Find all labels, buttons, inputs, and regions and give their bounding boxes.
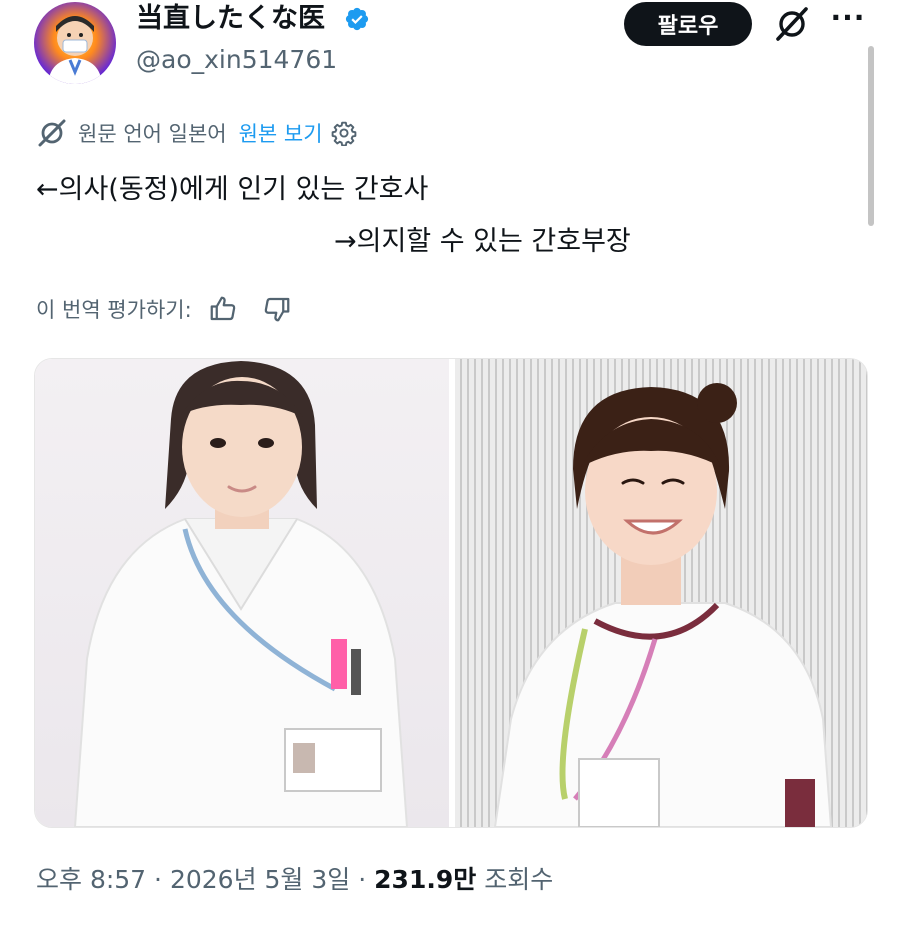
avatar[interactable] [34, 2, 116, 84]
tweet-text: ←의사(동정)에게 인기 있는 간호사 →의지할 수 있는 간호부장 [36, 164, 856, 268]
rate-translation-label: 이 번역 평가하기: [36, 298, 192, 322]
tweet-date[interactable]: 2026년 5월 3일 [170, 865, 350, 894]
tweet-header: 当直したくな医 @ao_xin514761 팔로우 ··· [0, 0, 900, 226]
translation-source-language: 원문 언어 일본어 [78, 122, 227, 146]
meta-separator: · [358, 865, 375, 894]
follow-button[interactable]: 팔로우 [624, 2, 752, 46]
meta-separator: · [154, 865, 170, 894]
more-options-button[interactable]: ··· [828, 4, 868, 42]
scrollbar[interactable] [868, 46, 874, 226]
show-original-link[interactable]: 원본 보기 [239, 118, 323, 148]
media-gallery[interactable] [34, 358, 868, 828]
tweet-time[interactable]: 오후 8:57 [36, 865, 146, 894]
cartoon-doctor-avatar-icon [48, 16, 102, 84]
nurse-photo-right-illustration [493, 383, 833, 827]
views-label: 조회수 [484, 865, 554, 894]
gear-icon[interactable] [331, 120, 357, 146]
tweet-text-line: ←의사(동정)에게 인기 있는 간호사 [36, 174, 429, 205]
grok-icon [38, 119, 66, 147]
author-display-name[interactable]: 当直したくな医 [136, 2, 325, 36]
views-count: 231.9만 [374, 865, 477, 894]
photo-nurse-left[interactable] [35, 359, 449, 827]
photo-nurse-right[interactable] [455, 359, 867, 827]
grok-icon[interactable] [772, 4, 812, 44]
tweet-meta: 오후 8:57 · 2026년 5월 3일 · 231.9만 조회수 [36, 860, 553, 900]
thumbs-down-icon[interactable] [262, 294, 292, 324]
nurse-photo-left-illustration [73, 361, 409, 827]
thumbs-up-icon[interactable] [208, 294, 238, 324]
rate-translation: 이 번역 평가하기: [36, 290, 292, 328]
verified-badge-icon [345, 7, 369, 31]
tweet-text-line: →의지할 수 있는 간호부장 [334, 226, 631, 257]
author-handle[interactable]: @ao_xin514761 [136, 44, 337, 76]
translation-info: 원문 언어 일본어 원본 보기 [36, 116, 357, 150]
